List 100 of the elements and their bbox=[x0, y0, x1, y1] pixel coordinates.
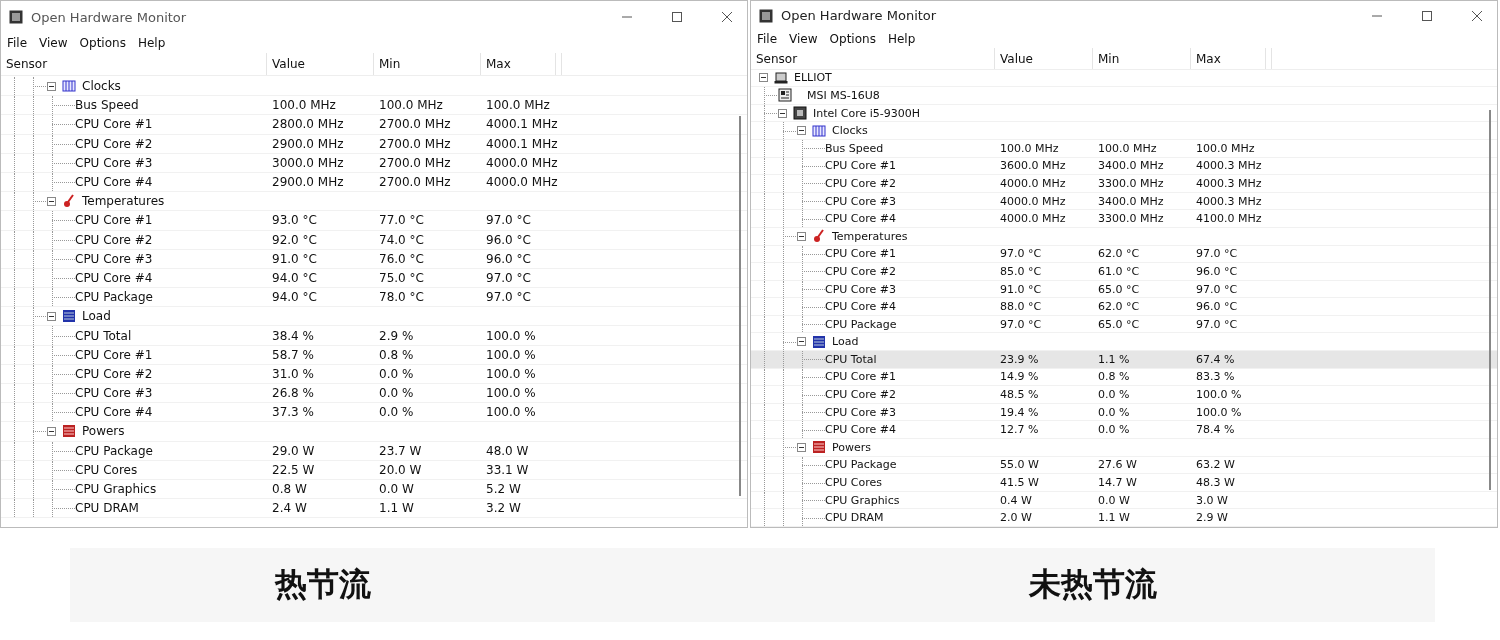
sensor-name: Clocks bbox=[82, 79, 121, 94]
min-value: 27.6 W bbox=[1098, 458, 1137, 472]
sensor-row[interactable]: CPU Core #1 97.0 °C 62.0 °C 97.0 °C bbox=[751, 245, 1497, 264]
sensor-row[interactable]: CPU Core #3 3000.0 MHz 2700.0 MHz 4000.0 MHz bbox=[1, 153, 747, 173]
sensor-row[interactable]: CPU Core #2 92.0 °C 74.0 °C 96.0 °C bbox=[1, 230, 747, 250]
sensor-row[interactable]: CPU Core #2 85.0 °C 61.0 °C 96.0 °C bbox=[751, 263, 1497, 281]
sensor-row[interactable]: CPU Graphics 0.8 W 0.0 W 5.2 W bbox=[1, 479, 747, 500]
sensor-row[interactable]: CPU Package 29.0 W 23.7 W 48.0 W bbox=[1, 441, 747, 461]
sensor-row[interactable]: CPU Package 94.0 °C 78.0 °C 97.0 °C bbox=[1, 288, 747, 308]
column-header[interactable]: Sensor bbox=[751, 48, 995, 69]
sensor-row[interactable]: CPU Cores 41.5 W 14.7 W 48.3 W bbox=[751, 474, 1497, 492]
sensor-row[interactable]: MSI MS-16U8 bbox=[751, 87, 1497, 105]
sensor-value: 93.0 °C bbox=[272, 213, 317, 228]
bar-chart-icon bbox=[812, 123, 826, 138]
sensor-row[interactable]: Load bbox=[1, 307, 747, 327]
sensor-row[interactable]: CPU DRAM 2.4 W 1.1 W 3.2 W bbox=[1, 499, 747, 519]
sensor-name: Load bbox=[832, 335, 859, 349]
sensor-row[interactable]: CPU Graphics 0.4 W 0.0 W 3.0 W bbox=[751, 491, 1497, 510]
sensor-row[interactable]: CPU Core #2 2900.0 MHz 2700.0 MHz 4000.1 MHz bbox=[1, 134, 747, 154]
collapse-toggle[interactable] bbox=[47, 81, 56, 91]
min-value: 0.0 W bbox=[379, 482, 414, 497]
sensor-name: CPU Cores bbox=[75, 462, 138, 477]
close-icon[interactable] bbox=[721, 11, 733, 23]
menu-item[interactable]: Options bbox=[79, 36, 126, 50]
circuit-board-icon bbox=[778, 88, 792, 103]
sensor-row[interactable]: CPU Package 97.0 °C 65.0 °C 97.0 °C bbox=[751, 315, 1497, 334]
min-value: 62.0 °C bbox=[1098, 247, 1140, 261]
column-header[interactable]: Sensor bbox=[1, 53, 267, 75]
sensor-row[interactable]: Bus Speed 100.0 MHz 100.0 MHz 100.0 MHz bbox=[1, 96, 747, 116]
menu-item[interactable]: File bbox=[7, 36, 28, 50]
sensor-row[interactable]: CPU Core #1 93.0 °C 77.0 °C 97.0 °C bbox=[1, 211, 747, 231]
sensor-row[interactable]: Intel Core i5-9300H bbox=[751, 104, 1497, 123]
collapse-toggle[interactable] bbox=[797, 126, 806, 136]
sensor-row[interactable]: CPU Core #4 12.7 % 0.0 % 78.4 % bbox=[751, 421, 1497, 440]
sensor-value: 94.0 °C bbox=[272, 270, 317, 285]
menu-item[interactable]: Help bbox=[137, 36, 166, 50]
column-header[interactable]: Max bbox=[1191, 48, 1266, 69]
sensor-name: CPU Graphics bbox=[825, 493, 900, 507]
stacked-bars-icon bbox=[812, 334, 826, 349]
sensor-name: Powers bbox=[82, 424, 125, 439]
collapse-toggle[interactable] bbox=[47, 196, 56, 206]
sensor-row[interactable]: CPU Core #4 4000.0 MHz 3300.0 MHz 4100.0 MHz bbox=[751, 210, 1497, 228]
close-icon[interactable] bbox=[1471, 9, 1483, 22]
sensor-row[interactable]: CPU Core #4 88.0 °C 62.0 °C 96.0 °C bbox=[751, 298, 1497, 316]
column-header[interactable]: Max bbox=[481, 53, 556, 75]
menu-item[interactable]: Help bbox=[887, 32, 916, 47]
collapse-toggle[interactable] bbox=[778, 108, 787, 118]
sensor-row[interactable]: CPU Core #2 4000.0 MHz 3300.0 MHz 4000.3 MHz bbox=[751, 175, 1497, 193]
sensor-row[interactable]: CPU Core #1 3600.0 MHz 3400.0 MHz 4000.3 MHz bbox=[751, 157, 1497, 176]
sensor-row[interactable]: CPU Core #1 58.7 % 0.8 % 100.0 % bbox=[1, 345, 747, 365]
menu-item[interactable]: View bbox=[39, 36, 68, 50]
sensor-row[interactable]: CPU Core #1 2800.0 MHz 2700.0 MHz 4000.1 MHz bbox=[1, 115, 747, 135]
scrollbar-thumb[interactable] bbox=[1489, 109, 1491, 490]
menu-item[interactable]: File bbox=[757, 32, 778, 47]
sensor-row[interactable]: CPU Core #3 19.4 % 0.0 % 100.0 % bbox=[751, 403, 1497, 422]
max-value: 97.0 °C bbox=[486, 213, 531, 228]
collapse-toggle[interactable] bbox=[47, 311, 56, 321]
sensor-row[interactable]: CPU Core #3 91.0 °C 76.0 °C 96.0 °C bbox=[1, 249, 747, 269]
sensor-row[interactable]: CPU DRAM 2.0 W 1.1 W 2.9 W bbox=[751, 509, 1497, 527]
sensor-row[interactable]: CPU Core #3 91.0 °C 65.0 °C 97.0 °C bbox=[751, 280, 1497, 299]
sensor-row[interactable]: CPU Core #4 37.3 % 0.0 % 100.0 % bbox=[1, 403, 747, 423]
maximize-icon[interactable] bbox=[671, 11, 683, 23]
column-header[interactable]: Value bbox=[995, 48, 1093, 69]
sensor-value: 85.0 °C bbox=[1000, 264, 1042, 278]
collapse-toggle[interactable] bbox=[759, 73, 768, 83]
min-value: 3300.0 MHz bbox=[1098, 176, 1164, 190]
sensor-row[interactable]: CPU Core #2 31.0 % 0.0 % 100.0 % bbox=[1, 364, 747, 384]
max-value: 4000.3 MHz bbox=[1196, 159, 1262, 173]
sensor-row[interactable]: CPU Core #3 26.8 % 0.0 % 100.0 % bbox=[1, 384, 747, 404]
column-header[interactable]: Min bbox=[374, 53, 481, 75]
menu-item[interactable]: View bbox=[789, 32, 818, 47]
sensor-row[interactable]: CPU Core #4 94.0 °C 75.0 °C 97.0 °C bbox=[1, 268, 747, 289]
maximize-icon[interactable] bbox=[1421, 9, 1433, 22]
scrollbar-thumb[interactable] bbox=[739, 116, 741, 496]
sensor-row[interactable]: Temperatures bbox=[751, 227, 1497, 246]
sensor-row[interactable]: Bus Speed 100.0 MHz 100.0 MHz 100.0 MHz bbox=[751, 139, 1497, 158]
column-header[interactable]: Value bbox=[267, 53, 374, 75]
collapse-toggle[interactable] bbox=[797, 442, 806, 452]
sensor-row[interactable]: CPU Total 38.4 % 2.9 % 100.0 % bbox=[1, 326, 747, 346]
menu-item[interactable]: Options bbox=[829, 32, 876, 47]
sensor-row[interactable]: Temperatures bbox=[1, 192, 747, 212]
collapse-toggle[interactable] bbox=[797, 337, 806, 347]
sensor-row[interactable]: CPU Cores 22.5 W 20.0 W 33.1 W bbox=[1, 460, 747, 480]
sensor-row[interactable]: Clocks bbox=[751, 122, 1497, 140]
sensor-row[interactable]: ELLIOT bbox=[751, 69, 1497, 88]
sensor-row[interactable]: CPU Core #1 14.9 % 0.8 % 83.3 % bbox=[751, 368, 1497, 387]
sensor-row[interactable]: Powers bbox=[751, 439, 1497, 457]
sensor-row[interactable]: CPU Core #2 48.5 % 0.0 % 100.0 % bbox=[751, 386, 1497, 404]
sensor-row[interactable]: CPU Core #4 2900.0 MHz 2700.0 MHz 4000.0 MHz bbox=[1, 172, 747, 193]
max-value: 33.1 W bbox=[486, 462, 529, 477]
sensor-row[interactable]: CPU Total 23.9 % 1.1 % 67.4 % bbox=[751, 351, 1497, 369]
sensor-row[interactable]: Powers bbox=[1, 422, 747, 442]
sensor-row[interactable]: CPU Core #3 4000.0 MHz 3400.0 MHz 4000.3 MHz bbox=[751, 192, 1497, 211]
sensor-row[interactable]: CPU Package 55.0 W 27.6 W 63.2 W bbox=[751, 456, 1497, 475]
sensor-value: 4000.0 MHz bbox=[1000, 176, 1066, 190]
min-value: 0.0 % bbox=[1098, 388, 1130, 402]
collapse-toggle[interactable] bbox=[797, 231, 806, 241]
sensor-row[interactable]: Clocks bbox=[1, 77, 747, 97]
column-header[interactable]: Min bbox=[1093, 48, 1191, 69]
collapse-toggle[interactable] bbox=[47, 426, 56, 436]
